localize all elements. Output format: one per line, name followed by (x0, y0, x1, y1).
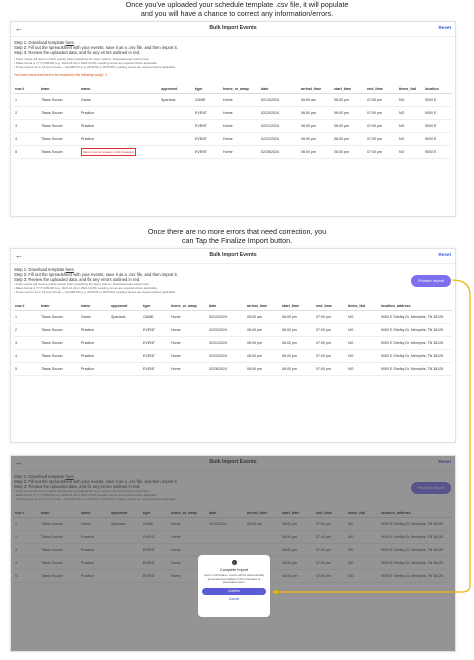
connector-line (274, 279, 471, 593)
arrowhead-icon (272, 589, 277, 595)
connector-arrow (272, 279, 471, 595)
